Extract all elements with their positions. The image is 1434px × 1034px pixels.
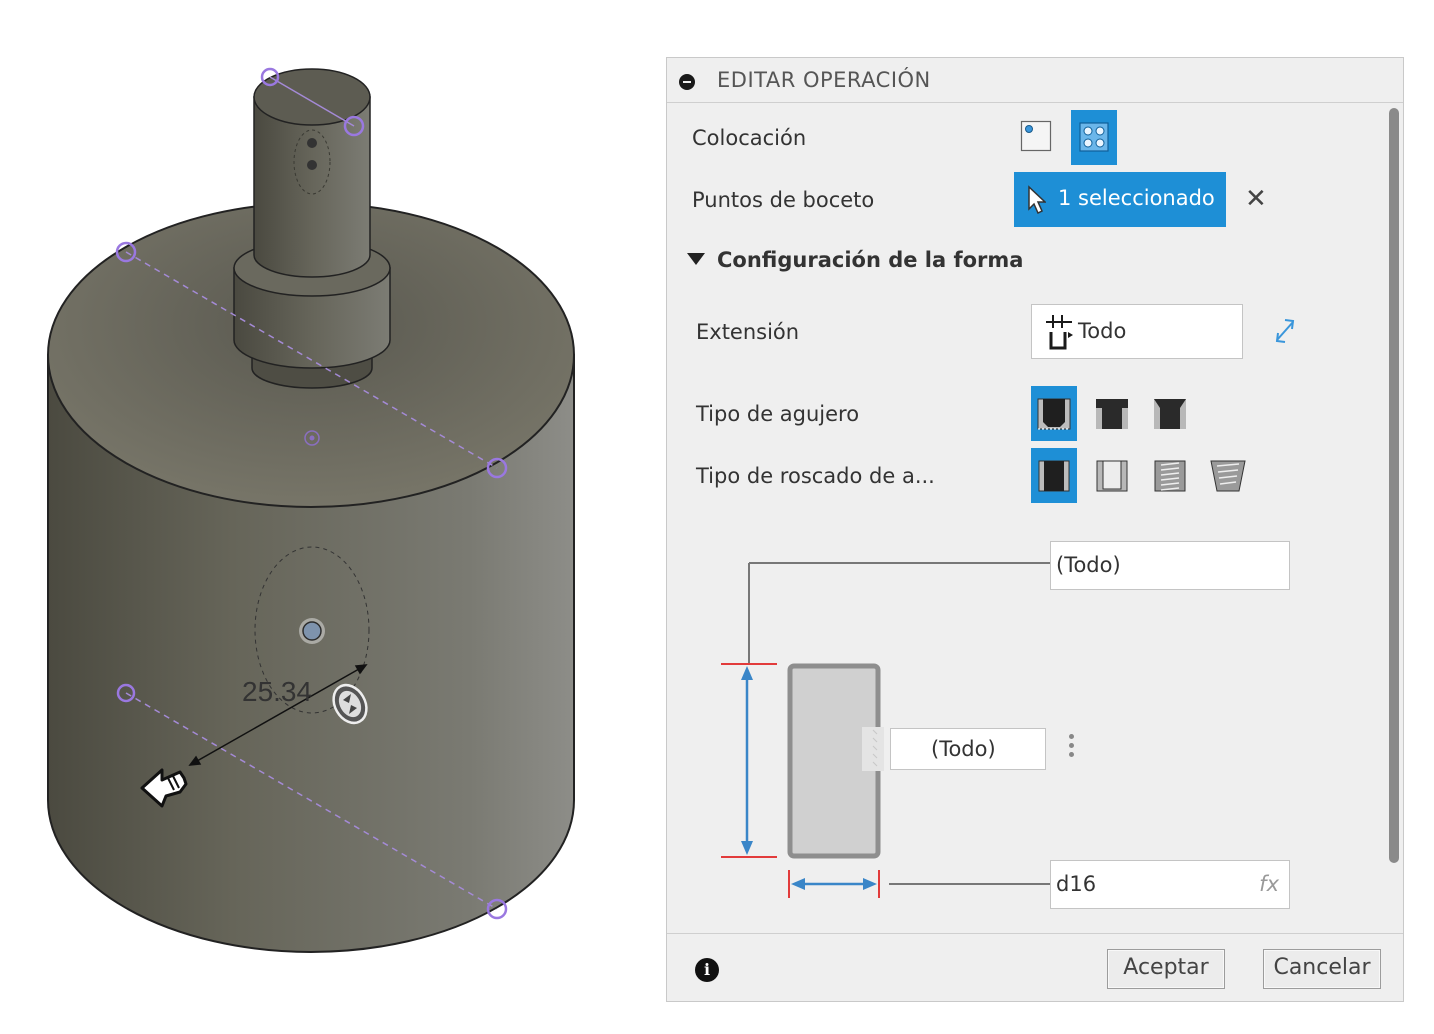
dimension-value[interactable]: 25.34 xyxy=(242,676,312,708)
cancel-button[interactable]: Cancelar xyxy=(1263,949,1381,989)
collapse-icon[interactable] xyxy=(679,74,695,90)
flip-direction-icon[interactable] xyxy=(1271,316,1299,346)
info-icon[interactable]: i xyxy=(695,958,719,982)
diameter-value: d16 xyxy=(1056,872,1097,896)
panel-header: EDITAR OPERACIÓN xyxy=(667,58,1403,103)
simple-tap-icon[interactable] xyxy=(1031,448,1077,503)
multi-point-icon[interactable] xyxy=(1071,110,1117,165)
cursor-icon xyxy=(1028,185,1046,215)
extent-dropdown[interactable]: Todo xyxy=(1031,304,1243,359)
extent-value: Todo xyxy=(1078,319,1127,343)
thread-length-value: (Todo) xyxy=(931,737,996,761)
diameter-field[interactable]: d16 fx xyxy=(1050,860,1290,909)
shape-settings-label: Configuración de la forma xyxy=(717,248,1024,272)
expand-triangle-icon xyxy=(687,253,705,265)
scrollbar-thumb[interactable] xyxy=(1389,108,1399,863)
model-canvas[interactable] xyxy=(0,0,660,1034)
extent-all-icon xyxy=(1046,315,1073,350)
close-icon[interactable]: ✕ xyxy=(1245,184,1267,214)
fx-icon[interactable]: fx xyxy=(1259,872,1279,896)
panel-footer: i Aceptar Cancelar xyxy=(667,933,1403,1001)
more-options-icon[interactable] xyxy=(1069,734,1075,761)
tap-type-label: Tipo de roscado de a... xyxy=(696,464,935,488)
taper-tapped-icon[interactable] xyxy=(1205,448,1251,503)
counterbore-icon[interactable] xyxy=(1089,386,1135,441)
countersink-icon[interactable] xyxy=(1147,386,1193,441)
placement-label: Colocación xyxy=(692,126,807,150)
hole-type-label: Tipo de agujero xyxy=(696,402,860,426)
sketch-points-value: 1 seleccionado xyxy=(1058,186,1215,210)
simple-hole-icon[interactable] xyxy=(1031,386,1077,441)
scrollbar[interactable] xyxy=(1389,108,1399,930)
3d-viewport[interactable]: 25.34 xyxy=(0,0,660,1034)
extent-label: Extensión xyxy=(696,320,800,344)
depth-field-value: (Todo) xyxy=(1056,553,1121,577)
sketch-points-label: Puntos de boceto xyxy=(692,188,875,212)
top-pin xyxy=(253,68,371,278)
clearance-tap-icon[interactable] xyxy=(1089,448,1135,503)
tapped-icon[interactable] xyxy=(1147,448,1193,503)
edit-feature-panel: EDITAR OPERACIÓN Colocación Puntos de bo… xyxy=(666,57,1404,1002)
panel-title: EDITAR OPERACIÓN xyxy=(717,68,931,92)
single-point-icon[interactable] xyxy=(1020,120,1052,152)
depth-field[interactable]: (Todo) xyxy=(1050,541,1290,590)
sketch-points-selection[interactable]: 1 seleccionado xyxy=(1014,172,1226,227)
ok-button[interactable]: Aceptar xyxy=(1107,949,1225,989)
thread-length-field[interactable]: (Todo) xyxy=(890,728,1046,770)
sketch-point-selected xyxy=(302,621,322,641)
shape-settings-header[interactable]: Configuración de la forma xyxy=(687,248,1023,272)
